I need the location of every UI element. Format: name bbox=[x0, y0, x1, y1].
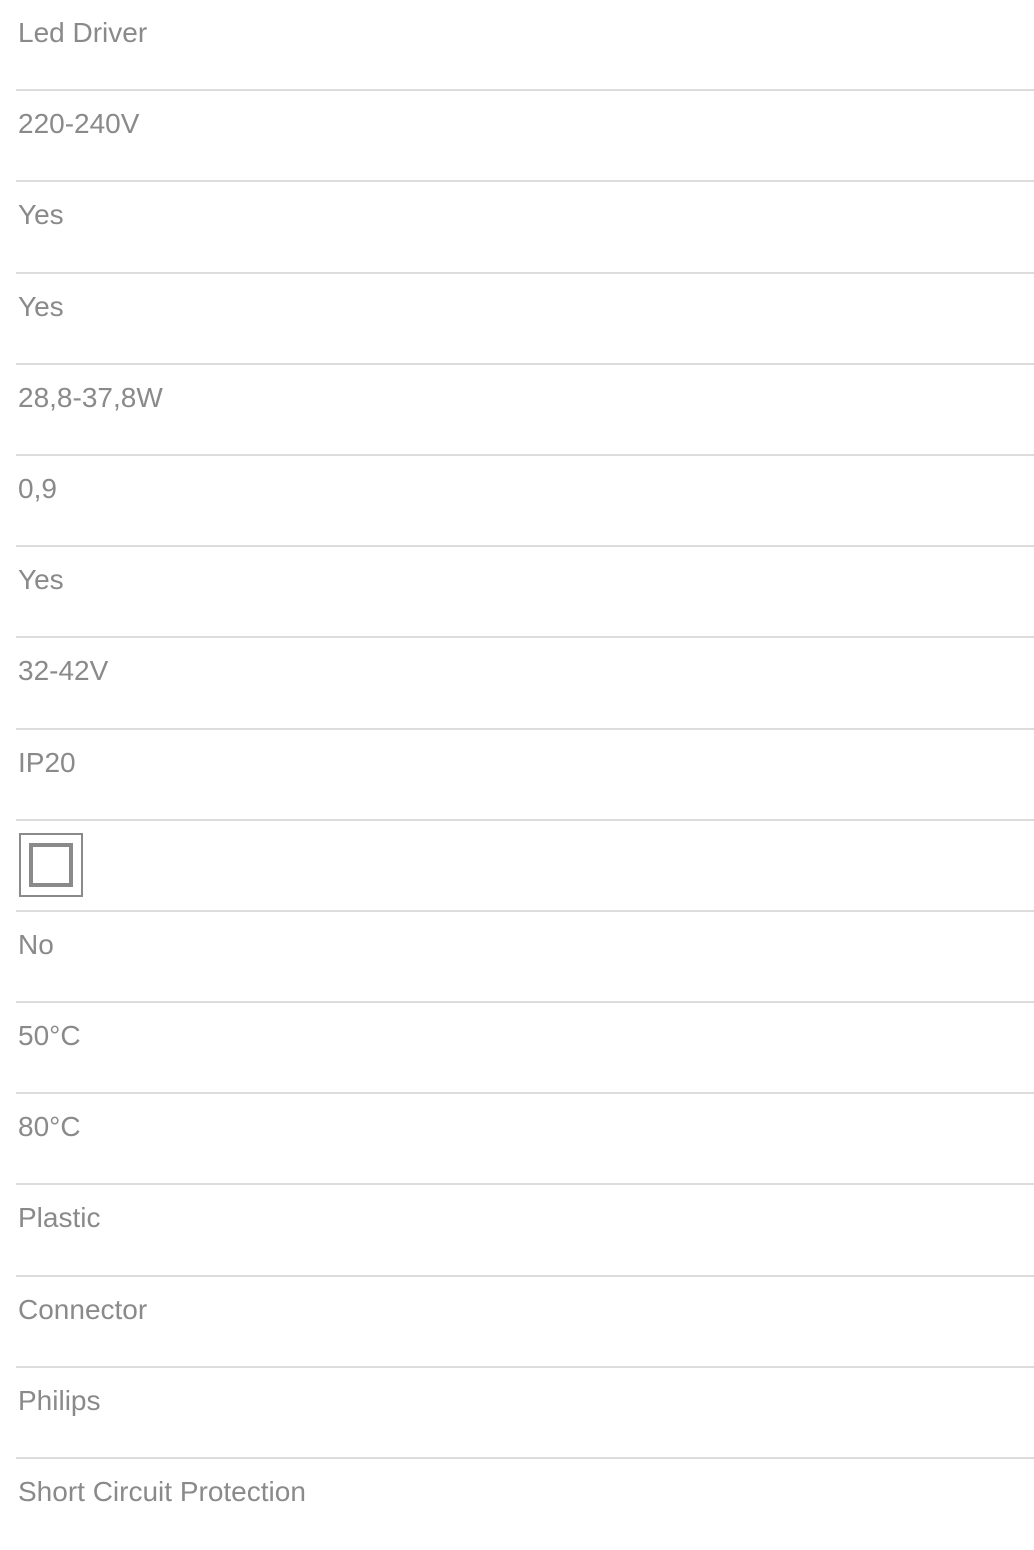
spec-value: 28,8-37,8W bbox=[18, 381, 163, 413]
spec-row-max-temperature: 80°C bbox=[16, 1094, 1034, 1186]
spec-value: 32-42V bbox=[18, 655, 109, 687]
spec-row-7: Yes bbox=[16, 547, 1034, 639]
class-ii-double-insulation-icon bbox=[19, 832, 83, 897]
spec-value: Led Driver bbox=[18, 17, 148, 48]
spec-value: IP20 bbox=[18, 746, 76, 778]
spec-value: Yes bbox=[18, 290, 64, 322]
spec-row-11: No bbox=[16, 912, 1034, 1004]
spec-value: 220-240V bbox=[18, 108, 140, 140]
spec-value: Yes bbox=[18, 199, 64, 231]
spec-row-3: Yes bbox=[16, 182, 1034, 274]
spec-value: No bbox=[18, 928, 54, 960]
spec-row-output-voltage: 32-42V bbox=[16, 638, 1034, 730]
spec-value: 0,9 bbox=[18, 472, 57, 504]
spec-value: Philips bbox=[18, 1384, 101, 1416]
spec-row-connection: Connector bbox=[16, 1277, 1034, 1368]
spec-row-protection-class bbox=[16, 821, 1034, 912]
spec-row-power: 28,8-37,8W bbox=[16, 365, 1034, 456]
spec-row-product-type: Led Driver bbox=[16, 0, 1034, 92]
spec-row-power-factor: 0,9 bbox=[16, 456, 1034, 548]
spec-value: Yes bbox=[18, 564, 64, 596]
spec-row-4: Yes bbox=[16, 274, 1034, 365]
spec-value: 50°C bbox=[18, 1020, 81, 1052]
spec-row-brand: Philips bbox=[16, 1368, 1034, 1459]
spec-row-protection: Short Circuit Protection bbox=[16, 1459, 1034, 1550]
spec-value: 80°C bbox=[18, 1111, 81, 1143]
spec-value: Short Circuit Protection bbox=[18, 1476, 306, 1507]
spec-row-ambient-temperature: 50°C bbox=[16, 1003, 1034, 1095]
spec-list: Led Driver 220-240V Yes Yes 28,8-37,8W 0… bbox=[0, 0, 1034, 1550]
spec-row-input-voltage: 220-240V bbox=[16, 91, 1034, 183]
spec-row-ip-rating: IP20 bbox=[16, 730, 1034, 821]
spec-value: Plastic bbox=[18, 1202, 101, 1234]
spec-value: Connector bbox=[18, 1293, 148, 1325]
spec-row-housing-material: Plastic bbox=[16, 1185, 1034, 1277]
